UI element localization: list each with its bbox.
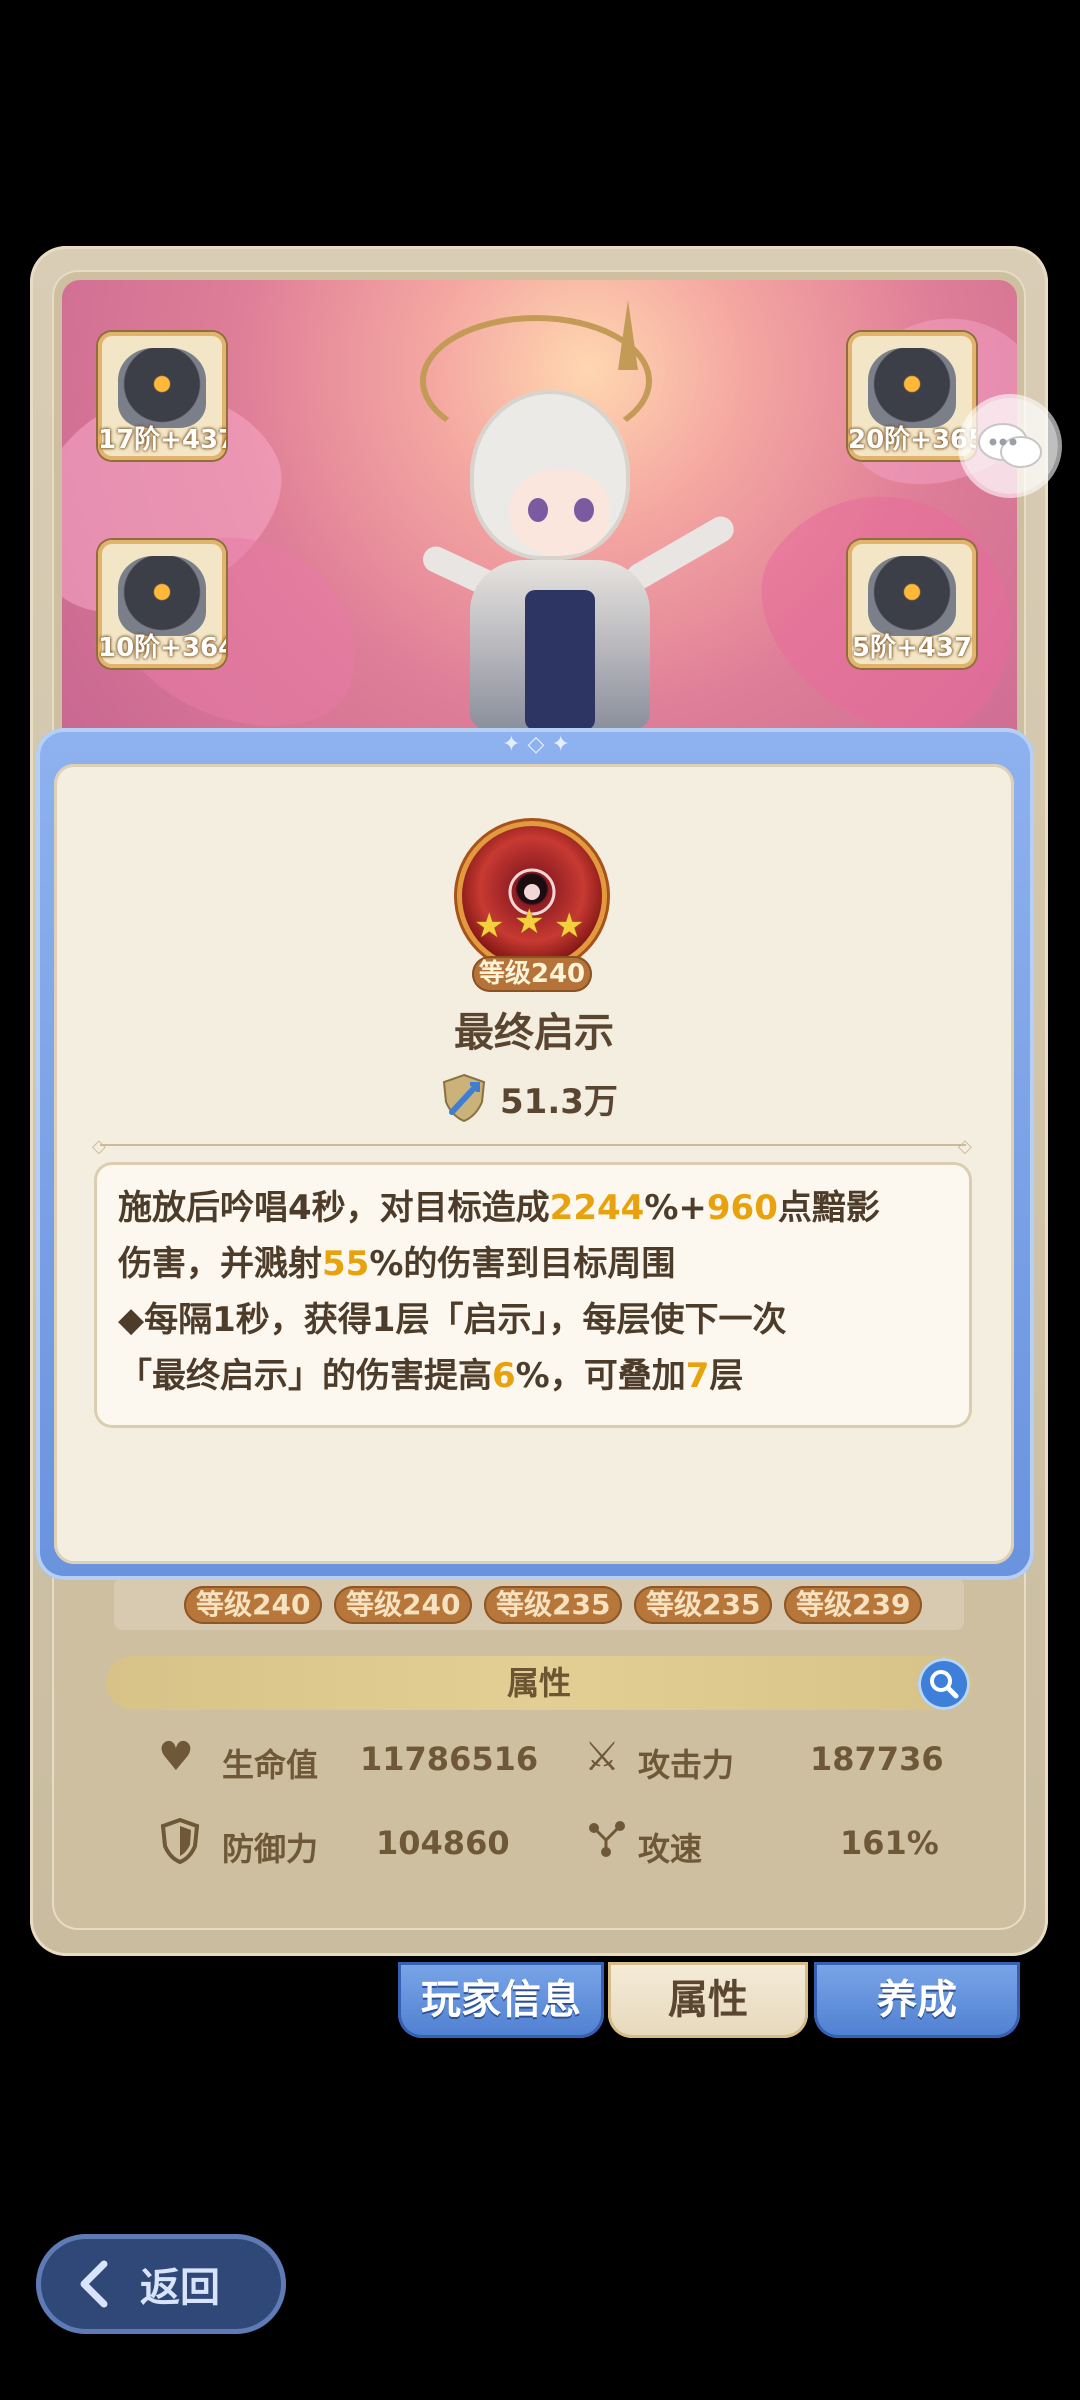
- shield-icon: [160, 1817, 200, 1865]
- back-label: 返回: [140, 2265, 220, 2311]
- character-sash: [525, 590, 595, 730]
- back-button[interactable]: 返回: [36, 2234, 286, 2334]
- equipment-slot-gauntlet[interactable]: 5阶+437: [848, 540, 976, 668]
- character-face: [510, 470, 610, 555]
- attributes-search-button[interactable]: [918, 1658, 970, 1710]
- helmet-icon: [118, 348, 206, 428]
- character-left-eye: [528, 498, 548, 522]
- description-highlight: 2244: [549, 1188, 645, 1228]
- description-text: 伤害，并溅射: [118, 1244, 322, 1284]
- description-text: %的伤害到目标周围: [369, 1244, 676, 1284]
- attack-label: 攻击力: [638, 1746, 735, 1784]
- description-text: ◆每隔1秒，获得1层「启示」，每层使下一次: [118, 1300, 787, 1340]
- equipment-slot-armor[interactable]: 10阶+364: [98, 540, 226, 668]
- armor-icon: [118, 556, 206, 636]
- gauntlet-icon: [868, 556, 956, 636]
- skill-power: 51.3万: [440, 1070, 618, 1126]
- equipment-slot-mask[interactable]: 20阶+365: [848, 332, 976, 460]
- mask-icon: [868, 348, 956, 428]
- halo-spike: [618, 300, 638, 370]
- description-highlight: 55: [322, 1244, 370, 1284]
- hp-label: 生命值: [222, 1746, 319, 1784]
- description-line: 「最终启示」的伤害提高6%，可叠加7层: [118, 1348, 958, 1404]
- chat-button[interactable]: [962, 398, 1058, 494]
- popup-divider: [100, 1144, 966, 1146]
- character-right-eye: [574, 498, 594, 522]
- description-text: 施放后吟唱4秒，对目标造成: [118, 1188, 550, 1228]
- skill-power-value: 51.3万: [500, 1081, 618, 1122]
- description-text: %，可叠加: [515, 1356, 686, 1396]
- skill-name: 最终启示: [454, 1010, 614, 1056]
- skill-level-row: 等级240 等级240 等级235 等级235 等级239: [114, 1578, 964, 1630]
- equipment-label: 20阶+365: [848, 425, 976, 455]
- tab-player-info[interactable]: 玩家信息: [398, 1962, 604, 2038]
- description-line: 伤害，并溅射55%的伤害到目标周围: [118, 1236, 958, 1292]
- shield-sword-icon: [442, 1073, 486, 1123]
- description-text: 层: [709, 1356, 744, 1396]
- attack-speed-icon: [584, 1816, 630, 1862]
- divider-diamond-left: ◇: [92, 1136, 106, 1157]
- description-text: %+: [644, 1188, 707, 1228]
- chat-icon: [978, 423, 1042, 468]
- star-icon: ★: [474, 906, 505, 946]
- skill-level-pill[interactable]: 等级235: [634, 1586, 773, 1624]
- skill-level-badge: 等级240: [472, 956, 592, 992]
- skill-level-pill[interactable]: 等级235: [484, 1586, 623, 1624]
- star-icon: ★: [514, 902, 545, 942]
- back-arrow-icon: [80, 2260, 108, 2308]
- search-icon: [930, 1670, 959, 1699]
- heart-icon: ♥: [158, 1734, 194, 1780]
- skill-description: 施放后吟唱4秒，对目标造成2244%+960点黯影 伤害，并溅射55%的伤害到目…: [118, 1180, 958, 1404]
- equipment-label: 5阶+437: [851, 633, 973, 663]
- defense-value: 104860: [376, 1824, 510, 1862]
- divider-diamond-right: ◇: [958, 1136, 972, 1157]
- tab-attributes[interactable]: 属性: [608, 1962, 808, 2038]
- crossed-swords-icon: ⚔: [584, 1734, 620, 1780]
- equipment-label: 10阶+364: [98, 633, 226, 663]
- attack-speed-value: 161%: [840, 1824, 939, 1862]
- star-icon: ★: [554, 906, 585, 946]
- description-line: ◆每隔1秒，获得1层「启示」，每层使下一次: [118, 1292, 958, 1348]
- attack-speed-label: 攻速: [638, 1830, 703, 1868]
- description-highlight: 960: [706, 1188, 778, 1228]
- description-text: 点黯影: [777, 1188, 880, 1228]
- description-highlight: 7: [685, 1356, 710, 1396]
- description-highlight: 6: [492, 1356, 516, 1396]
- skill-level-pill[interactable]: 等级239: [784, 1586, 923, 1624]
- description-line: 施放后吟唱4秒，对目标造成2244%+960点黯影: [118, 1180, 958, 1236]
- equipment-label: 17阶+437: [98, 425, 226, 455]
- equipment-slot-helmet[interactable]: 17阶+437: [98, 332, 226, 460]
- skill-level-pill[interactable]: 等级240: [334, 1586, 473, 1624]
- defense-label: 防御力: [222, 1830, 319, 1868]
- attributes-title: 属性: [506, 1664, 571, 1702]
- popup-ornament: ✦ ◇ ✦: [502, 732, 570, 757]
- hp-value: 11786516: [360, 1740, 539, 1778]
- skill-level-pill[interactable]: 等级240: [184, 1586, 323, 1624]
- attack-value: 187736: [810, 1740, 944, 1778]
- description-text: 「最终启示」的伤害提高: [118, 1356, 492, 1396]
- tab-develop[interactable]: 养成: [814, 1962, 1020, 2038]
